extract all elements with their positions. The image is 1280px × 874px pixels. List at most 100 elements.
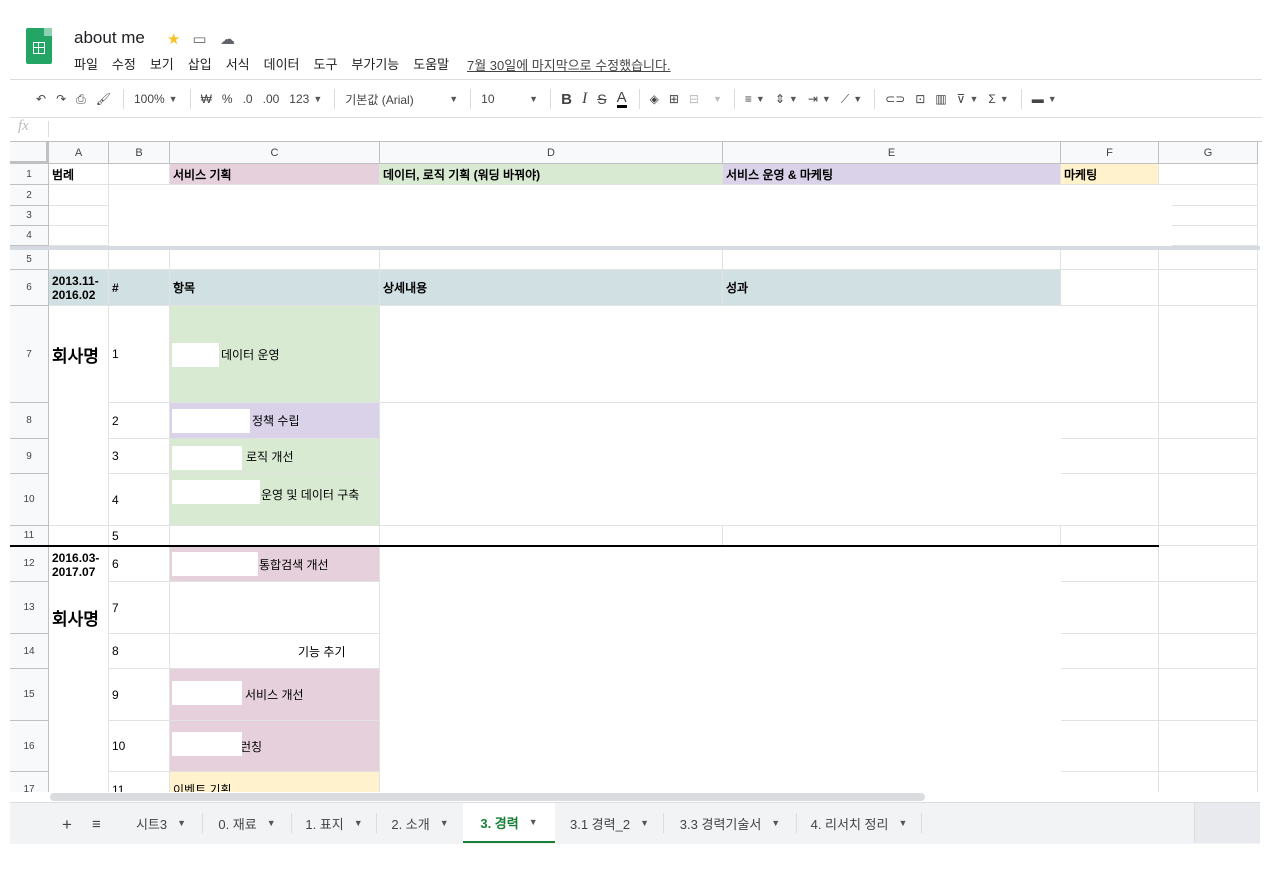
detail-2[interactable]: [380, 403, 1061, 439]
result-header[interactable]: 성과: [723, 270, 1061, 306]
filter-icon[interactable]: ⊽ ▼: [957, 92, 979, 106]
add-sheet-icon[interactable]: +: [62, 815, 72, 835]
move-folder-icon[interactable]: ▭: [190, 30, 208, 48]
detail-8[interactable]: [380, 634, 1061, 669]
row-header-6[interactable]: 6: [10, 270, 49, 306]
menu-format[interactable]: 서식: [226, 54, 250, 73]
num-header[interactable]: #: [109, 270, 170, 306]
more-formats-select[interactable]: 123 ▼: [289, 92, 322, 106]
comment-icon[interactable]: ⊡: [915, 92, 925, 106]
cell-a17[interactable]: [49, 772, 109, 792]
row-header-2[interactable]: 2: [10, 185, 49, 206]
row-header-14[interactable]: 14: [10, 634, 49, 669]
cell-a3[interactable]: [49, 206, 109, 226]
cell-a5[interactable]: [49, 250, 109, 270]
explore-panel-area[interactable]: [1194, 803, 1260, 843]
legend-service-planning[interactable]: 서비스 기획: [170, 164, 380, 185]
company-name-2[interactable]: 회사명: [49, 582, 109, 634]
cell-a8[interactable]: [49, 403, 109, 439]
detail-header[interactable]: 상세내용: [380, 270, 723, 306]
column-header-c[interactable]: C: [170, 142, 380, 164]
functions-icon[interactable]: Σ ▼: [988, 92, 1008, 106]
cell-g17[interactable]: [1159, 772, 1258, 792]
rotate-icon[interactable]: ⟋ ▼: [841, 92, 862, 107]
row-header-16[interactable]: 16: [10, 721, 49, 772]
cell-a16[interactable]: [49, 721, 109, 772]
text-color-button[interactable]: A: [616, 90, 627, 108]
link-icon[interactable]: ⊂⊃: [885, 92, 905, 106]
cell-a4[interactable]: [49, 226, 109, 246]
row-header-7[interactable]: 7: [10, 306, 49, 403]
menu-addons[interactable]: 부가기능: [351, 54, 399, 73]
last-edit-link[interactable]: 7월 30일에 마지막으로 수정했습니다.: [467, 55, 671, 74]
increase-decimal-button[interactable]: .00: [263, 92, 280, 106]
legend-marketing[interactable]: 마케팅: [1061, 164, 1159, 185]
detail-11[interactable]: [380, 772, 1061, 792]
column-header-f[interactable]: F: [1061, 142, 1159, 164]
row-header-4[interactable]: 4: [10, 226, 49, 246]
column-header-g[interactable]: G: [1159, 142, 1258, 164]
row-header-5[interactable]: 5: [10, 250, 49, 270]
cell-f11[interactable]: [1061, 526, 1159, 546]
cell-g13[interactable]: [1159, 582, 1258, 634]
cell-g1[interactable]: [1159, 164, 1258, 185]
detail-7[interactable]: [380, 582, 1061, 634]
cell-g15[interactable]: [1159, 669, 1258, 721]
cell-g12[interactable]: [1159, 547, 1258, 582]
menu-file[interactable]: 파일: [74, 54, 98, 73]
cell-f5[interactable]: [1061, 250, 1159, 270]
legend-service-ops[interactable]: 서비스 운영 & 마케팅: [723, 164, 1061, 185]
zoom-select[interactable]: 100% ▼: [134, 92, 178, 106]
cell-e11[interactable]: [723, 526, 1061, 546]
item-num-1[interactable]: 1: [109, 306, 170, 403]
item-num-6[interactable]: 6: [109, 547, 170, 582]
menu-data[interactable]: 데이터: [264, 54, 300, 73]
item-num-11[interactable]: 11: [109, 772, 170, 792]
cloud-status-icon[interactable]: ☁: [218, 30, 236, 48]
item-11[interactable]: 이벤트 기획: [170, 772, 380, 792]
detail-9[interactable]: [380, 669, 1061, 721]
company-name-1[interactable]: 회사명: [49, 306, 109, 403]
input-tools-icon[interactable]: ▬ ▼: [1032, 92, 1057, 106]
cell-f14[interactable]: [1061, 634, 1159, 669]
sheets-logo-icon[interactable]: [26, 28, 52, 64]
cell-a2[interactable]: [49, 185, 109, 206]
item-num-7[interactable]: 7: [109, 582, 170, 634]
cell-f9[interactable]: [1061, 439, 1159, 474]
cell-a11[interactable]: [49, 526, 109, 546]
cell-f12[interactable]: [1061, 547, 1159, 582]
column-header-a[interactable]: A: [49, 142, 109, 164]
menu-edit[interactable]: 수정: [112, 54, 136, 73]
item-num-2[interactable]: 2: [109, 403, 170, 439]
sheet-tab-intro[interactable]: 2. 소개 ▼: [377, 803, 463, 843]
cell-a10[interactable]: [49, 474, 109, 526]
cell-b1[interactable]: [109, 164, 170, 185]
align-icon[interactable]: ≡ ▼: [745, 92, 765, 106]
detail-4[interactable]: [380, 474, 1061, 526]
cell-g6[interactable]: [1159, 270, 1258, 306]
cell-c5[interactable]: [170, 250, 380, 270]
cell-g9[interactable]: [1159, 439, 1258, 474]
cell-b5[interactable]: [109, 250, 170, 270]
cell-f17[interactable]: [1061, 772, 1159, 792]
cell-f7[interactable]: [1061, 306, 1159, 403]
sheet-tab-career[interactable]: 3. 경력 ▼: [463, 803, 555, 843]
sheet-tab-materials[interactable]: 0. 재료 ▼: [203, 803, 291, 843]
item-7[interactable]: [170, 582, 380, 634]
period-header-1[interactable]: 2013.11-2016.02: [49, 270, 109, 306]
item-num-10[interactable]: 10: [109, 721, 170, 772]
spreadsheet-grid[interactable]: A B C D E F G 1 2 3 4 5 6 7 8 9 10 11 12…: [10, 142, 1260, 792]
cell-f16[interactable]: [1061, 721, 1159, 772]
sheet-tab-cover[interactable]: 1. 표지 ▼: [292, 803, 376, 843]
menu-insert[interactable]: 삽입: [188, 54, 212, 73]
cell-g10[interactable]: [1159, 474, 1258, 526]
cell-g16[interactable]: [1159, 721, 1258, 772]
detail-1[interactable]: [380, 306, 1061, 403]
column-header-e[interactable]: E: [723, 142, 1061, 164]
cell-g5[interactable]: [1159, 250, 1258, 270]
legend-label[interactable]: 범례: [49, 164, 109, 185]
sheet-tab-career-2[interactable]: 3.1 경력_2 ▼: [556, 803, 663, 843]
chart-icon[interactable]: ▥: [935, 92, 946, 106]
cell-g11[interactable]: [1159, 526, 1258, 546]
row-header-3[interactable]: 3: [10, 206, 49, 226]
